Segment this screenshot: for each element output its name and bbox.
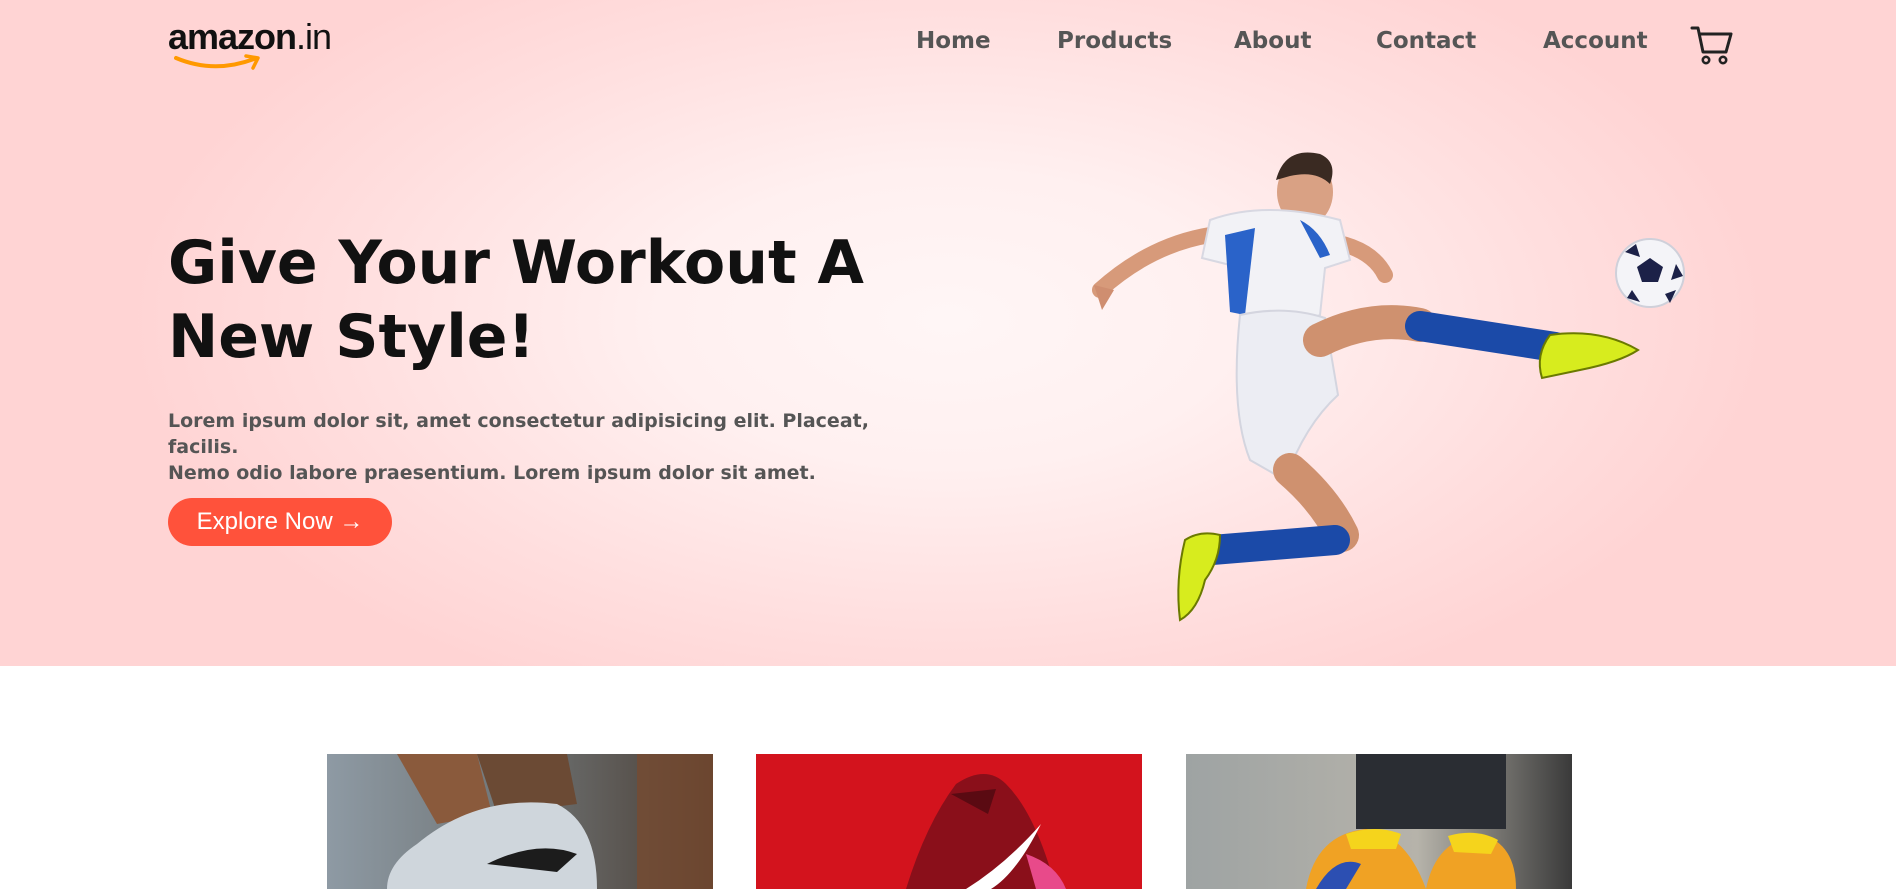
brand-logo[interactable]: amazon.in	[168, 16, 332, 70]
grey-sneaker-image	[327, 754, 713, 889]
red-nike-shoe-image	[756, 754, 1142, 889]
hero-section: amazon.in Home Products About Contact Ac…	[0, 0, 1896, 666]
product-card-grey-sneaker[interactable]	[327, 754, 713, 889]
nav-products[interactable]: Products	[1057, 28, 1172, 54]
hero-description: Lorem ipsum dolor sit, amet consectetur …	[168, 408, 928, 486]
yellow-sneakers-image	[1186, 754, 1572, 889]
explore-now-button[interactable]: Explore Now →	[168, 498, 392, 546]
hero-headline: Give Your Workout A New Style!	[168, 226, 928, 374]
product-card-red-nike-shoe[interactable]	[756, 754, 1142, 889]
product-card-yellow-sneakers[interactable]	[1186, 754, 1572, 889]
nav-about[interactable]: About	[1234, 28, 1311, 54]
description-line-1: Lorem ipsum dolor sit, amet consectetur …	[168, 410, 869, 458]
amazon-smile-icon	[174, 54, 260, 70]
nav-home[interactable]: Home	[916, 28, 991, 54]
headline-line-2: New Style!	[168, 302, 535, 372]
nav-account[interactable]: Account	[1543, 28, 1648, 54]
description-line-2: Nemo odio labore praesentium. Lorem ipsu…	[168, 462, 816, 484]
cart-icon[interactable]	[1690, 24, 1734, 66]
logo-wordmark: amazon.in	[168, 16, 332, 57]
soccer-player-image	[1092, 152, 1685, 622]
headline-line-1: Give Your Workout A	[168, 228, 864, 298]
nav-contact[interactable]: Contact	[1376, 28, 1476, 54]
soccer-ball-icon	[1615, 238, 1685, 308]
